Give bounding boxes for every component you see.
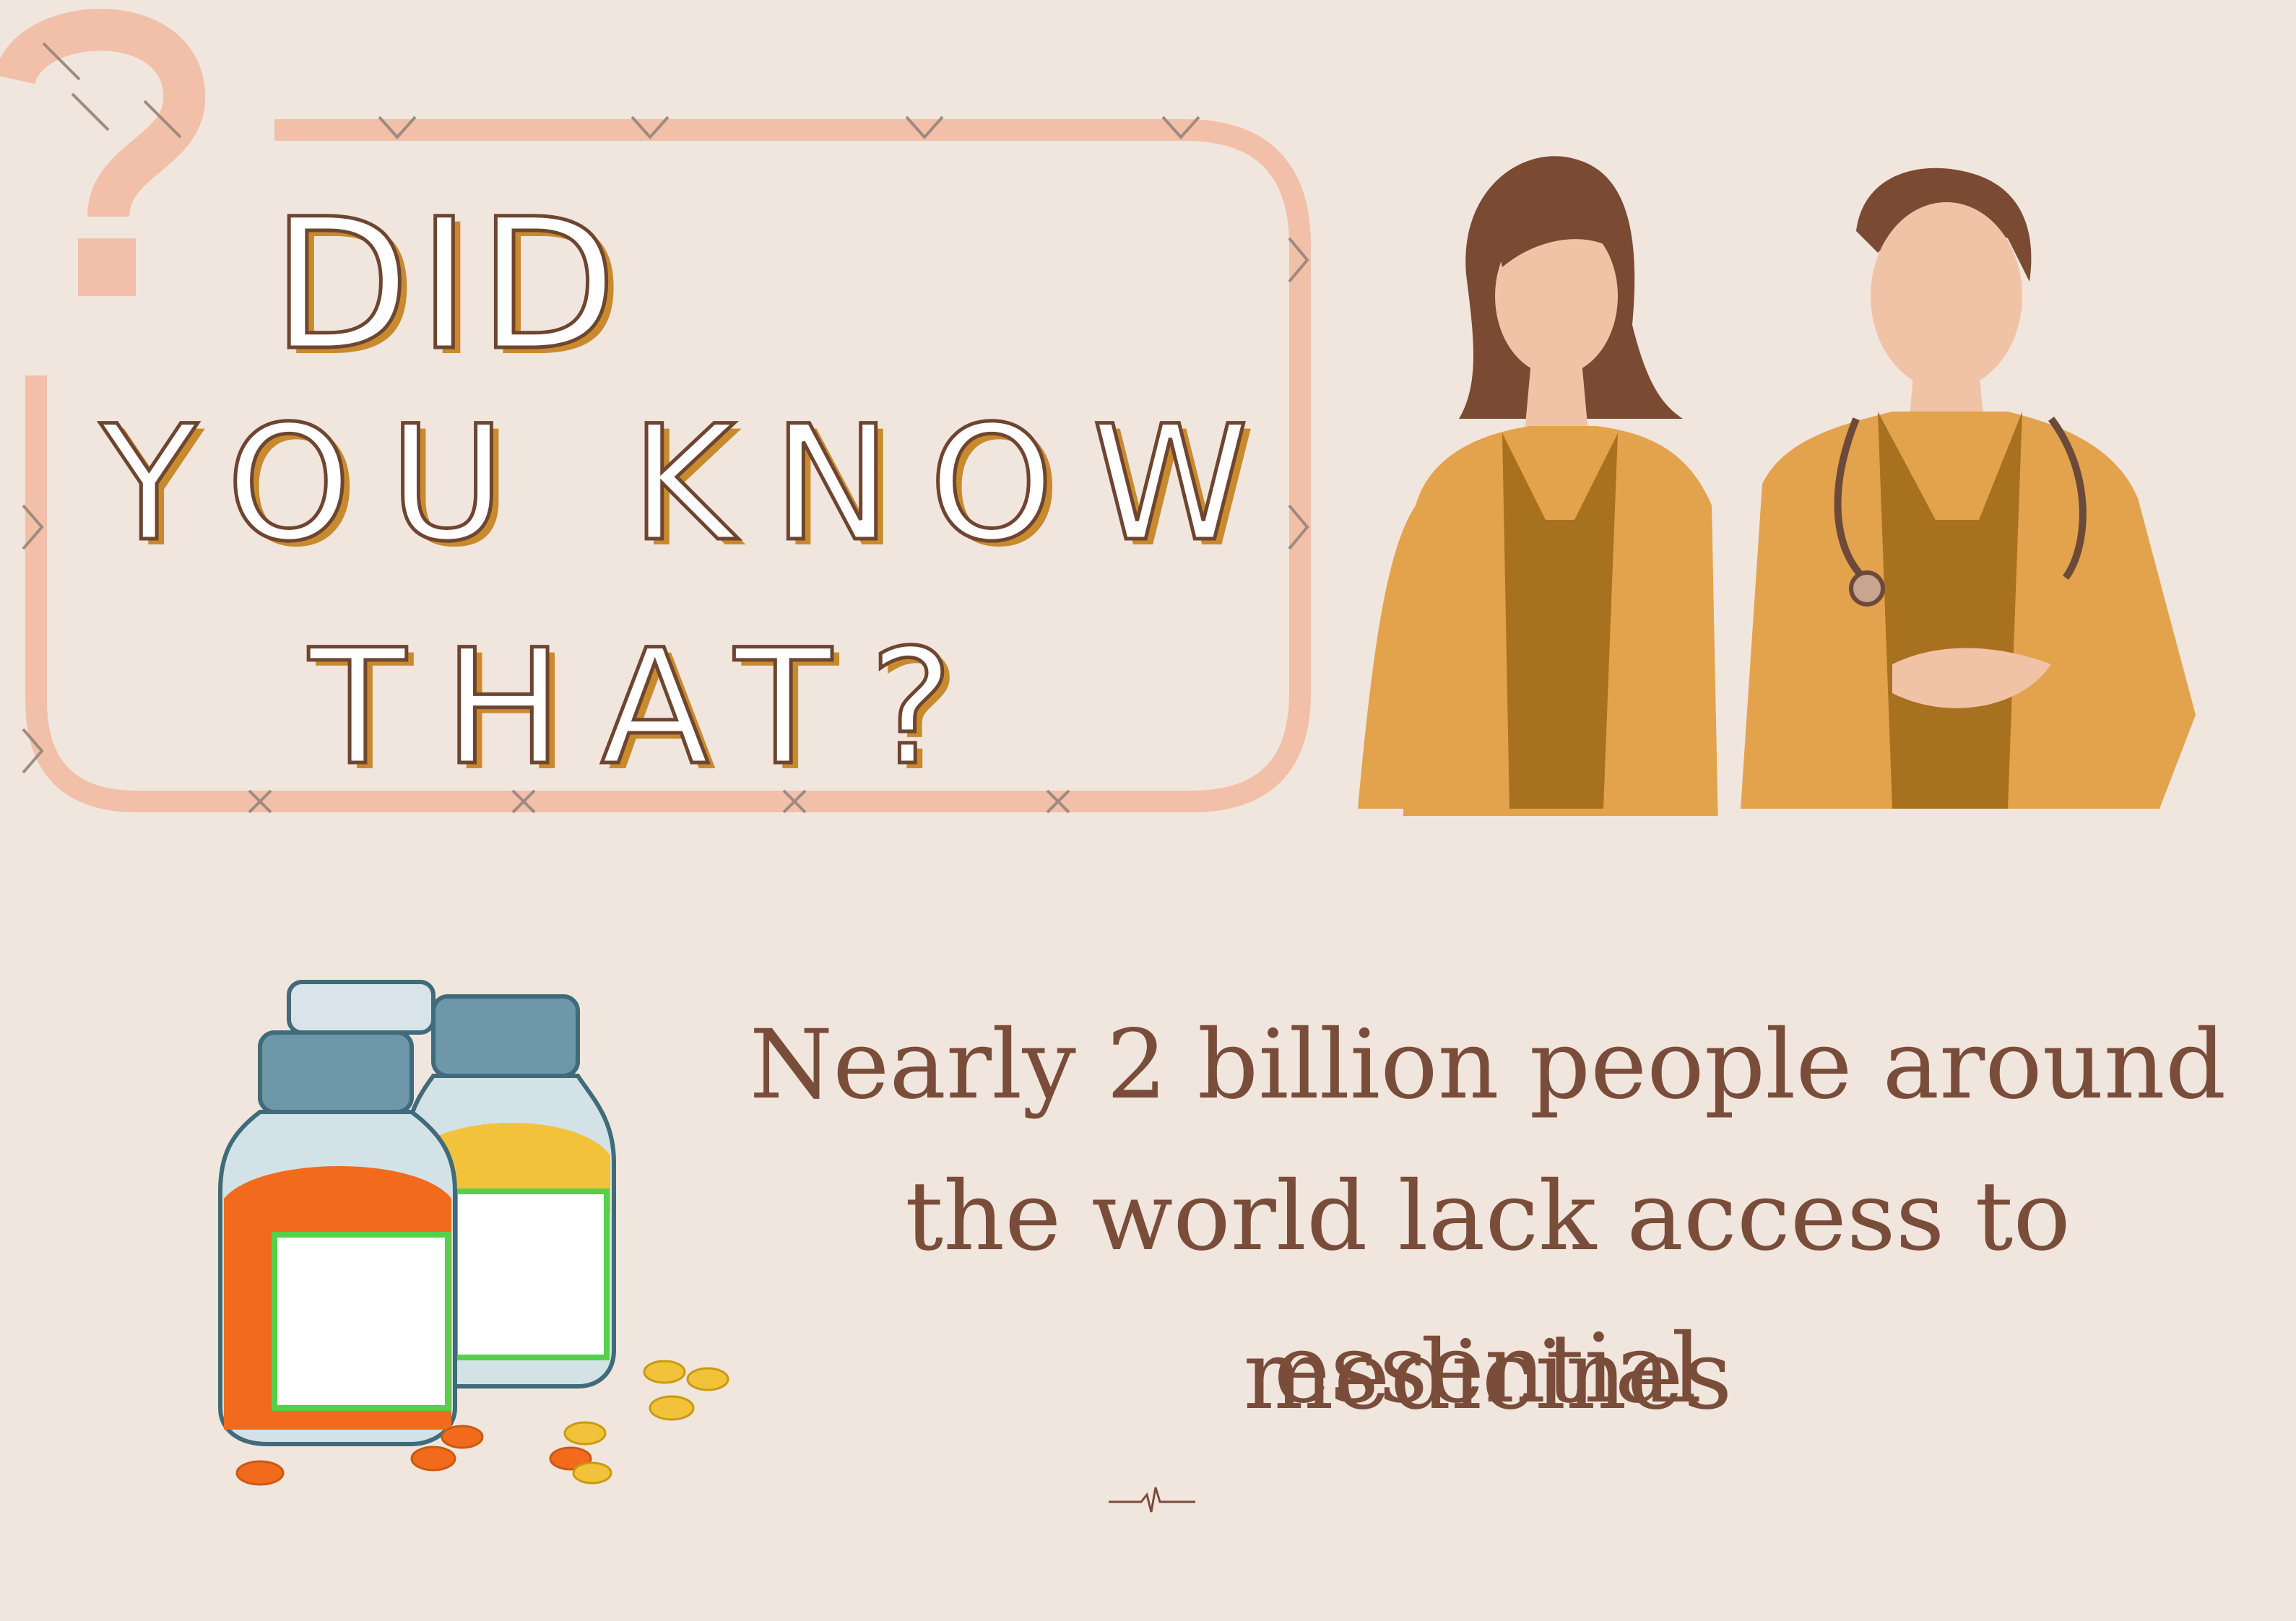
- female-doctor: [1358, 156, 1718, 816]
- heartbeat-icon: [1109, 1487, 1195, 1513]
- male-doctor: [1741, 168, 2196, 809]
- fact-line-3: medicines: [1243, 1320, 1733, 1431]
- bottle-back: [287, 980, 436, 1035]
- headline-line-2: YOU KNOW: [98, 391, 1286, 576]
- fact-line-1: Nearly 2 billion people around: [749, 1009, 2227, 1121]
- doctors-illustration: [1358, 156, 2196, 816]
- headline-line-1: DID: [269, 180, 625, 390]
- medicine-bottles-illustration: [218, 980, 729, 1486]
- headline-line-3: THAT?: [307, 615, 992, 800]
